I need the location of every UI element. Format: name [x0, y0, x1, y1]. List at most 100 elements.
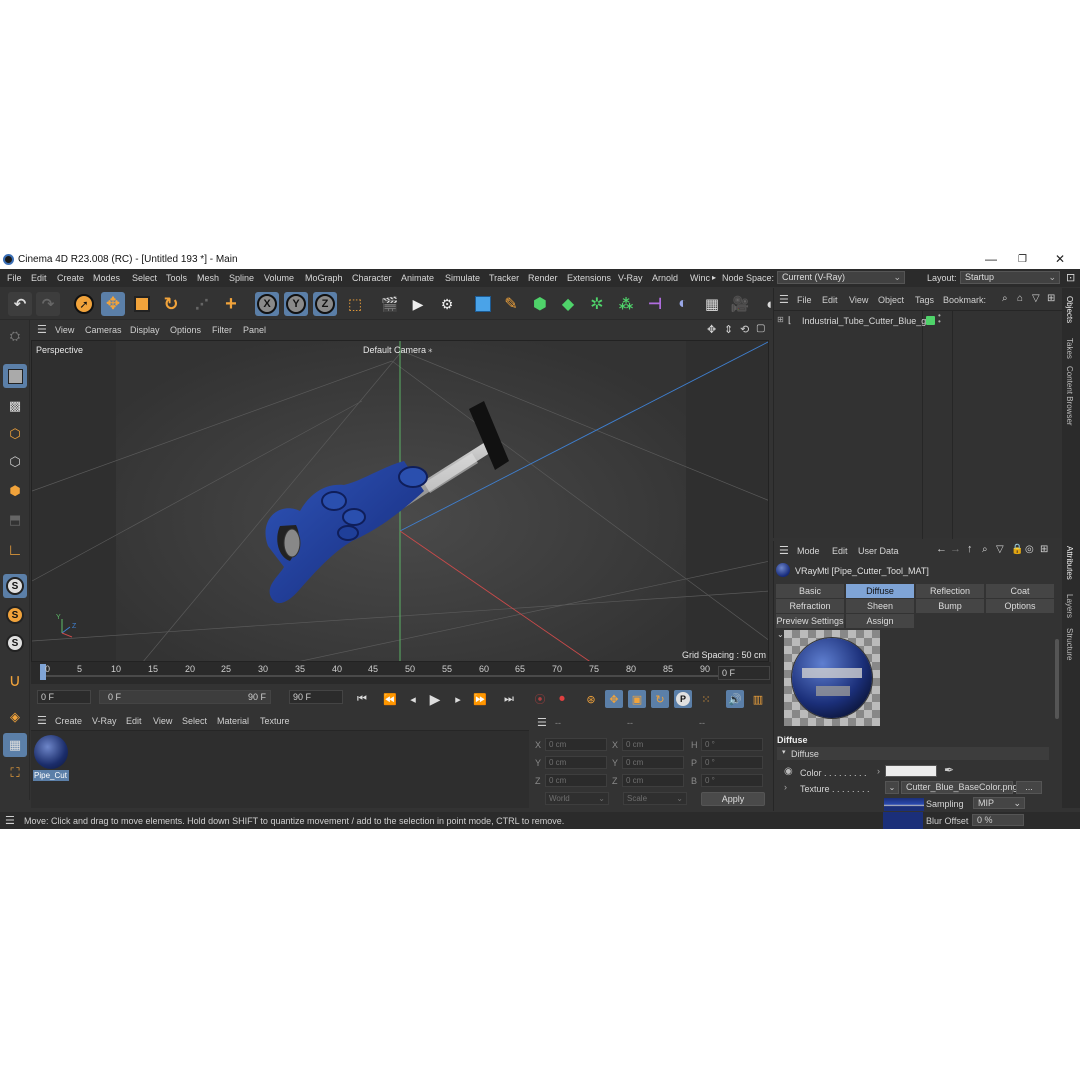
- menu-create[interactable]: Create: [57, 273, 84, 283]
- hamburger-menu-icon[interactable]: ☰: [37, 323, 47, 336]
- collapse-preview-icon[interactable]: ⌄: [777, 630, 784, 639]
- floor-icon[interactable]: ◐: [671, 292, 695, 316]
- obj-menu-edit[interactable]: Edit: [822, 295, 838, 305]
- next-frame-icon[interactable]: ▸: [449, 690, 467, 708]
- mat-menu-view[interactable]: View: [153, 716, 172, 726]
- menu-tools[interactable]: Tools: [166, 273, 187, 283]
- live-selection-icon[interactable]: ➚: [72, 292, 96, 316]
- z-axis-lock-icon[interactable]: Z: [313, 292, 337, 316]
- mat-menu-edit[interactable]: Edit: [126, 716, 142, 726]
- node-space-dropdown[interactable]: Current (V-Ray) ⌄: [777, 271, 905, 284]
- undo-icon[interactable]: ↶: [8, 292, 32, 316]
- mat-menu-create[interactable]: Create: [55, 716, 82, 726]
- snap-settings-icon[interactable]: S: [3, 603, 27, 627]
- close-button[interactable]: ✕: [1055, 252, 1065, 266]
- expand-icon[interactable]: ⊞: [777, 315, 784, 324]
- go-to-end-icon[interactable]: ⏭: [500, 690, 518, 708]
- x-axis-lock-icon[interactable]: X: [255, 292, 279, 316]
- object-tree[interactable]: ⊞ ⌊ Industrial_Tube_Cutter_Blue_g • •: [774, 310, 1062, 539]
- render-view-icon[interactable]: 🎬: [378, 292, 402, 316]
- coord-rot-p-field[interactable]: 0 °: [701, 756, 763, 769]
- texture-dropdown-arrow-icon[interactable]: ⌄: [885, 781, 899, 794]
- menu-overflow-arrow-icon[interactable]: ▸: [712, 273, 716, 282]
- home-icon[interactable]: ⌂: [1017, 293, 1023, 304]
- bend-deformer-icon[interactable]: ⊣: [643, 292, 667, 316]
- render-settings-icon[interactable]: ⚙: [435, 292, 459, 316]
- keyframe-selection-icon[interactable]: ⊛: [582, 690, 600, 708]
- sound-icon[interactable]: 🔊: [726, 690, 744, 708]
- coord-rot-h-field[interactable]: 0 °: [701, 738, 763, 751]
- render-picture-viewer-icon[interactable]: ▶: [406, 292, 430, 316]
- play-icon[interactable]: ▶: [426, 690, 444, 708]
- layout-lock-icon[interactable]: ⊡: [1066, 271, 1075, 284]
- mat-menu-texture[interactable]: Texture: [260, 716, 290, 726]
- 3d-viewport[interactable]: Perspective Default Camera ⁎ Y Z Grid Sp…: [31, 340, 769, 662]
- tab-assign[interactable]: Assign: [846, 614, 914, 628]
- maximize-button[interactable]: ❐: [1018, 254, 1027, 265]
- timeline-ruler[interactable]: 0 5 10 15 20 25 30 35 40 45 50 55 60 65 …: [31, 662, 771, 684]
- key-scale-icon[interactable]: ▣: [628, 690, 646, 708]
- go-to-start-icon[interactable]: ⏮: [353, 690, 371, 708]
- coord-size-y-field[interactable]: 0 cm: [622, 756, 684, 769]
- key-position-icon[interactable]: ✥: [605, 690, 623, 708]
- side-tab-structure[interactable]: Structure: [1065, 628, 1074, 660]
- material-label[interactable]: Pipe_Cut: [33, 770, 69, 781]
- viewport-menu-display[interactable]: Display: [130, 325, 160, 335]
- coord-pos-y-field[interactable]: 0 cm: [545, 756, 607, 769]
- forward-arrow-icon[interactable]: →: [950, 543, 961, 555]
- side-tab-content-browser[interactable]: Content Browser: [1065, 366, 1074, 426]
- record-active-icon[interactable]: ⦿: [531, 690, 549, 708]
- camera-target-icon[interactable]: ⁎: [428, 344, 433, 355]
- menu-window[interactable]: Winc: [690, 273, 710, 283]
- object-tree-item-name[interactable]: Industrial_Tube_Cutter_Blue_g: [802, 316, 926, 326]
- radio-icon[interactable]: ◉: [784, 766, 793, 777]
- coord-pos-x-field[interactable]: 0 cm: [545, 738, 607, 751]
- world-dropdown[interactable]: World ⌄: [545, 792, 609, 805]
- recent-tool-icon[interactable]: ⋰: [190, 292, 214, 316]
- sky-floor-grid-icon[interactable]: ▦: [700, 292, 724, 316]
- viewport-menu-cameras[interactable]: Cameras: [85, 325, 122, 335]
- menu-extensions[interactable]: Extensions: [567, 273, 611, 283]
- apply-button[interactable]: Apply: [701, 792, 765, 806]
- tab-bump[interactable]: Bump: [916, 599, 984, 613]
- visibility-dots-icon[interactable]: • •: [938, 312, 941, 326]
- side-tab-attributes[interactable]: Attributes: [1065, 546, 1074, 580]
- search-icon[interactable]: ⌕: [982, 544, 988, 555]
- key-rotation-icon[interactable]: ↻: [651, 690, 669, 708]
- new-window-icon[interactable]: ⊞: [1047, 293, 1055, 304]
- tab-options[interactable]: Options: [986, 599, 1054, 613]
- lock-icon[interactable]: 🔒: [1011, 544, 1023, 555]
- polygons-mode-icon[interactable]: ⬢: [3, 479, 27, 503]
- tab-coat[interactable]: Coat: [986, 584, 1054, 598]
- sampling-dropdown[interactable]: MIP ⌄: [973, 797, 1025, 809]
- end-frame-field[interactable]: 90 F: [289, 690, 343, 704]
- mat-menu-select[interactable]: Select: [182, 716, 207, 726]
- make-editable-icon[interactable]: ⛭: [3, 324, 27, 348]
- tab-diffuse[interactable]: Diffuse: [846, 584, 914, 598]
- workplane-lock-icon[interactable]: ⛶: [3, 761, 27, 785]
- next-key-icon[interactable]: ⏩: [471, 690, 489, 708]
- attr-menu-user-data[interactable]: User Data: [858, 546, 899, 556]
- group-header[interactable]: ▾ Diffuse: [777, 747, 1049, 760]
- side-tab-takes[interactable]: Takes: [1065, 338, 1074, 359]
- start-frame-field[interactable]: 0 F: [37, 690, 91, 704]
- y-axis-lock-icon[interactable]: Y: [284, 292, 308, 316]
- menu-character[interactable]: Character: [352, 273, 392, 283]
- hamburger-menu-icon[interactable]: ☰: [5, 814, 15, 827]
- move-tool-icon[interactable]: ✥: [101, 292, 125, 316]
- blur-offset-field[interactable]: 0 %: [972, 814, 1024, 826]
- viewport-menu-options[interactable]: Options: [170, 325, 201, 335]
- obj-menu-file[interactable]: File: [797, 295, 812, 305]
- new-window-icon[interactable]: ⊞: [1040, 544, 1048, 555]
- scale-dropdown[interactable]: Scale ⌄: [623, 792, 687, 805]
- menu-vray[interactable]: V-Ray: [618, 273, 643, 283]
- model-mode-icon[interactable]: [3, 364, 27, 388]
- layer-color-icon[interactable]: [926, 316, 935, 325]
- hamburger-menu-icon[interactable]: ☰: [779, 544, 789, 557]
- mat-menu-material[interactable]: Material: [217, 716, 249, 726]
- tab-basic[interactable]: Basic: [776, 584, 844, 598]
- viewport-camera-label[interactable]: Default Camera: [363, 345, 426, 355]
- attr-menu-mode[interactable]: Mode: [797, 546, 820, 556]
- dolly-view-icon[interactable]: ⇕: [724, 323, 733, 336]
- tab-refraction[interactable]: Refraction: [776, 599, 844, 613]
